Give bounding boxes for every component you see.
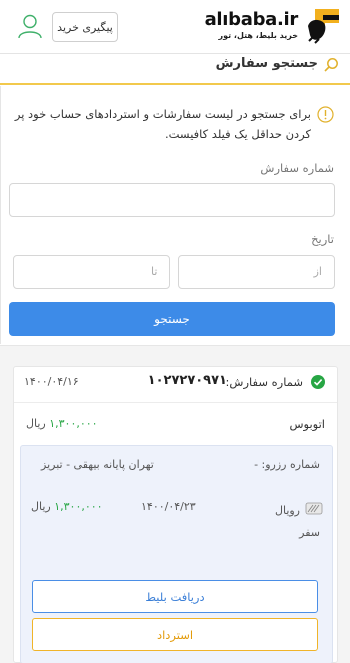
- search-info-text: برای جستجو در لیست سفارشات و استردادهای …: [14, 107, 311, 141]
- date-to-input[interactable]: تا: [13, 255, 170, 289]
- date-to-placeholder: تا: [151, 265, 158, 278]
- bus-company-name-line2: سفر: [299, 526, 320, 539]
- order-price: ۱,۳۰۰,۰۰۰ ریال: [26, 417, 98, 430]
- alibaba-logo-icon[interactable]: [305, 6, 342, 44]
- ticket-price: ۱,۳۰۰,۰۰۰ ریال: [31, 500, 103, 513]
- user-icon[interactable]: [17, 13, 43, 39]
- order-card: شماره سفارش: ۱۰۲۷۲۷۰۹۷۱ ۱۴۰۰/۰۴/۱۶ اتوبو…: [13, 366, 338, 663]
- date-label: تاریخ: [311, 232, 334, 246]
- logo-tagline: خرید بلیط، هتل، تور: [218, 31, 298, 40]
- search-section-header: جستجو سفارش: [0, 54, 350, 85]
- order-number-input[interactable]: [9, 183, 335, 217]
- divider: [14, 402, 337, 403]
- reservation-number: شماره رزرو: -: [254, 458, 320, 471]
- reservation-card: شماره رزرو: - تهران پایانه بیهقی - تبریز…: [20, 445, 333, 663]
- bus-company-name: رویال: [274, 504, 300, 517]
- search-icon: [324, 58, 338, 72]
- order-price-value: ۱,۳۰۰,۰۰۰: [49, 417, 98, 430]
- search-title: جستجو سفارش: [215, 56, 318, 71]
- order-type: اتوبوس: [289, 417, 325, 431]
- track-purchase-button[interactable]: پیگیری خرید: [52, 12, 118, 42]
- search-submit-button[interactable]: جستجو: [9, 302, 335, 336]
- get-ticket-button[interactable]: دریافت بلیط: [32, 580, 318, 613]
- logo-text: alıbaba.ir: [204, 9, 299, 30]
- app-header: alıbaba.ir خرید بلیط، هتل، تور پیگیری خر…: [0, 0, 350, 54]
- order-date: ۱۴۰۰/۰۴/۱۶: [24, 375, 79, 388]
- search-form-inner: برای جستجو در لیست سفارشات و استردادهای …: [0, 86, 347, 344]
- order-number: ۱۰۲۷۲۷۰۹۷۱: [147, 373, 227, 388]
- route: تهران پایانه بیهقی - تبریز: [41, 458, 154, 471]
- check-circle-icon: [311, 375, 325, 389]
- ticket-price-currency: ریال: [31, 500, 51, 513]
- order-number-label: شماره سفارش: [260, 161, 334, 175]
- order-price-currency: ریال: [26, 417, 46, 430]
- search-form: برای جستجو در لیست سفارشات و استردادهای …: [0, 86, 350, 346]
- travel-date: ۱۴۰۰/۰۴/۲۳: [141, 500, 196, 513]
- info-icon: [317, 106, 334, 123]
- date-from-input[interactable]: از: [178, 255, 335, 289]
- ticket-price-value: ۱,۳۰۰,۰۰۰: [54, 500, 103, 513]
- order-number-label: شماره سفارش:: [225, 375, 303, 389]
- bus-company-logo-icon: [305, 502, 323, 515]
- date-from-placeholder: از: [313, 265, 322, 278]
- refund-button[interactable]: استرداد: [32, 618, 318, 651]
